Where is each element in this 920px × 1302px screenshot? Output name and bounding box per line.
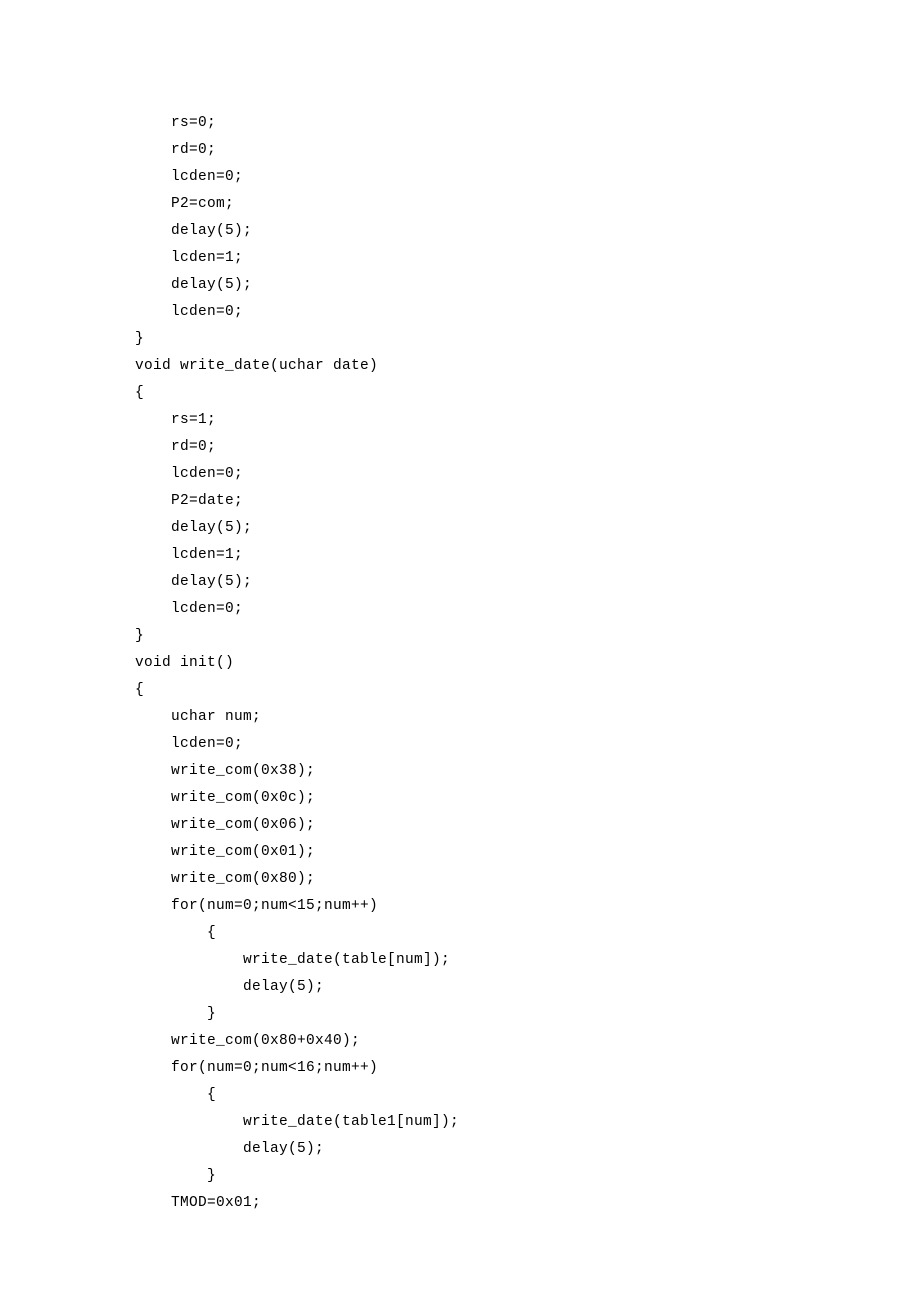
code-line: delay(5);	[135, 218, 920, 245]
code-line: uchar num;	[135, 704, 920, 731]
code-line: lcden=0;	[135, 461, 920, 488]
code-line: lcden=1;	[135, 245, 920, 272]
code-line: delay(5);	[135, 974, 920, 1001]
code-line: {	[135, 920, 920, 947]
code-line: }	[135, 1163, 920, 1190]
code-block: rs=0; rd=0; lcden=0; P2=com; delay(5); l…	[135, 110, 920, 1217]
code-line: }	[135, 326, 920, 353]
code-line: delay(5);	[135, 515, 920, 542]
code-line: lcden=0;	[135, 299, 920, 326]
code-line: lcden=0;	[135, 596, 920, 623]
code-line: write_com(0x01);	[135, 839, 920, 866]
code-line: void init()	[135, 650, 920, 677]
code-line: lcden=0;	[135, 164, 920, 191]
code-line: {	[135, 1082, 920, 1109]
code-line: {	[135, 677, 920, 704]
code-line: write_com(0x80);	[135, 866, 920, 893]
code-line: rd=0;	[135, 434, 920, 461]
code-line: }	[135, 1001, 920, 1028]
code-line: write_com(0x0c);	[135, 785, 920, 812]
code-line: write_com(0x38);	[135, 758, 920, 785]
code-line: for(num=0;num<16;num++)	[135, 1055, 920, 1082]
code-line: rs=1;	[135, 407, 920, 434]
document-page: rs=0; rd=0; lcden=0; P2=com; delay(5); l…	[0, 0, 920, 1217]
code-line: delay(5);	[135, 569, 920, 596]
code-line: write_com(0x06);	[135, 812, 920, 839]
code-line: write_date(table[num]);	[135, 947, 920, 974]
code-line: lcden=1;	[135, 542, 920, 569]
code-line: write_date(table1[num]);	[135, 1109, 920, 1136]
code-line: write_com(0x80+0x40);	[135, 1028, 920, 1055]
code-line: TMOD=0x01;	[135, 1190, 920, 1217]
code-line: lcden=0;	[135, 731, 920, 758]
code-line: rd=0;	[135, 137, 920, 164]
code-line: for(num=0;num<15;num++)	[135, 893, 920, 920]
code-line: P2=date;	[135, 488, 920, 515]
code-line: delay(5);	[135, 272, 920, 299]
code-line: {	[135, 380, 920, 407]
code-line: P2=com;	[135, 191, 920, 218]
code-line: rs=0;	[135, 110, 920, 137]
code-line: void write_date(uchar date)	[135, 353, 920, 380]
code-line: delay(5);	[135, 1136, 920, 1163]
code-line: }	[135, 623, 920, 650]
